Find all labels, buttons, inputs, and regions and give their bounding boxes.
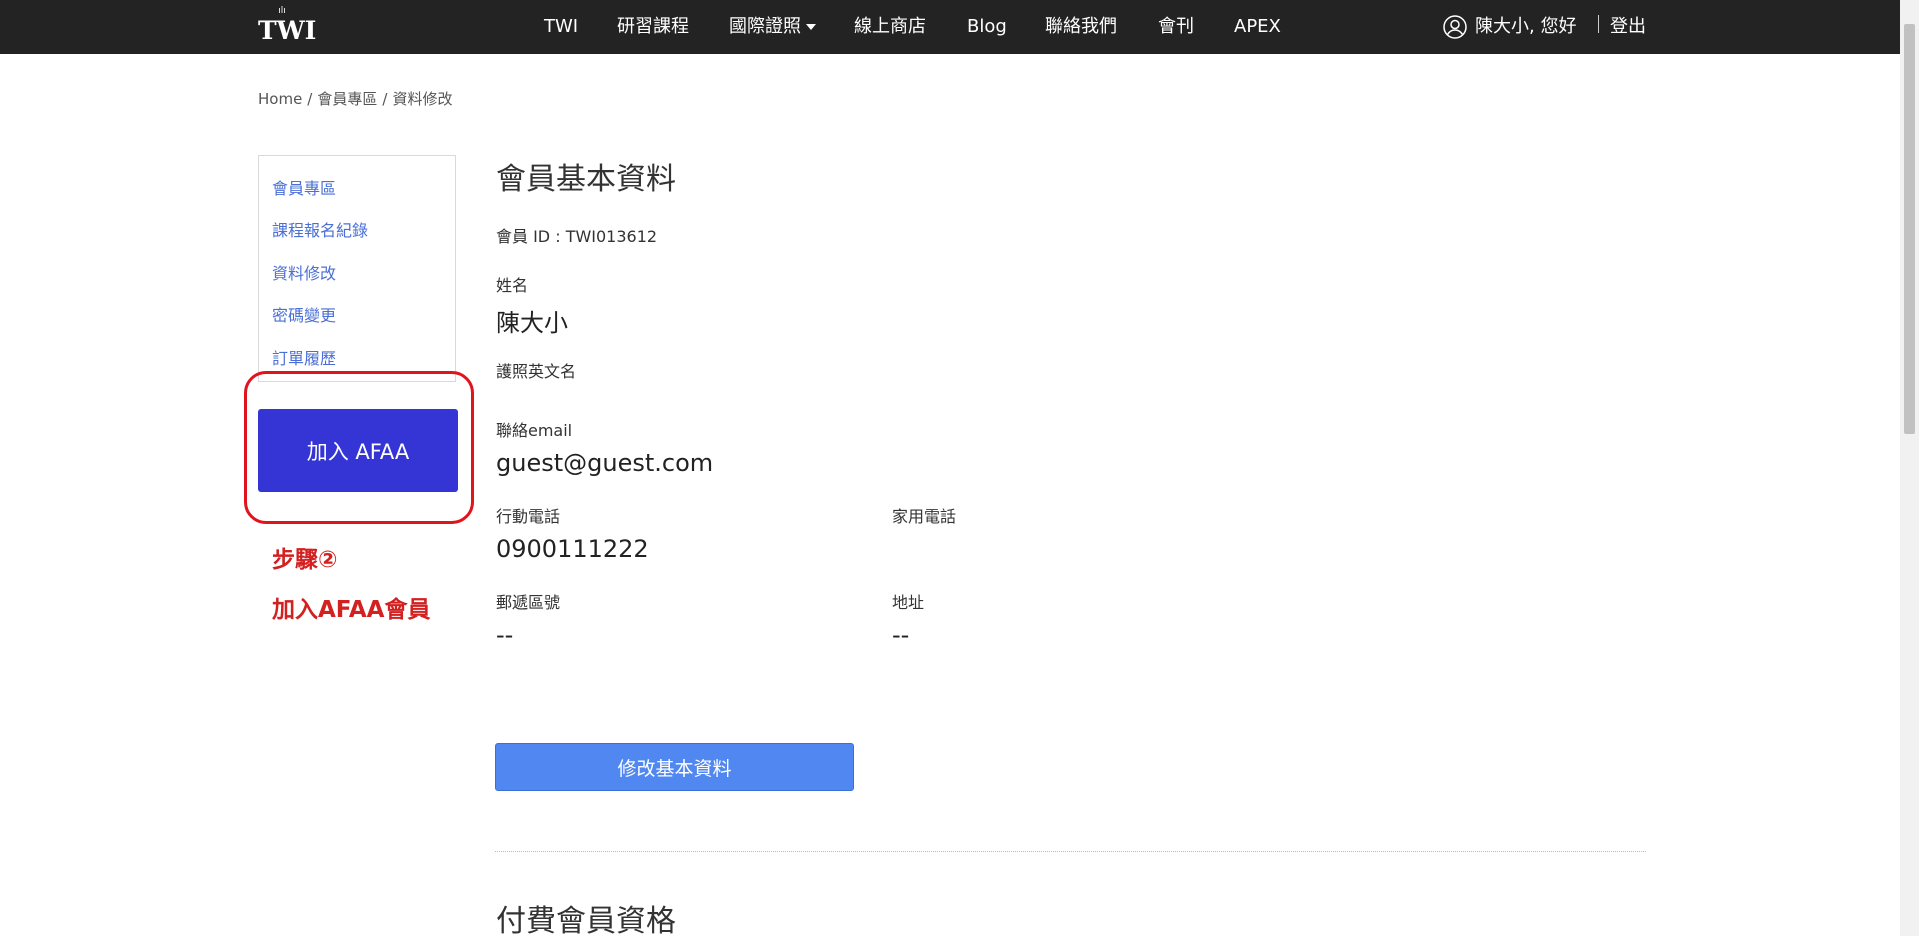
page-scrollbar[interactable] — [1900, 0, 1919, 936]
logo-text: TWI — [258, 16, 317, 45]
breadcrumb-member-area[interactable]: 會員專區 — [317, 90, 377, 108]
section-divider — [495, 851, 1646, 852]
annotation-step-label: 步驟② — [272, 547, 338, 573]
nav-item-certification-label: 國際證照 — [729, 16, 801, 37]
passport-name-label: 護照英文名 — [496, 362, 577, 381]
nav-item-blog[interactable]: Blog — [967, 0, 1007, 54]
nav-item-courses[interactable]: 研習課程 — [617, 0, 689, 54]
name-value: 陳大小 — [496, 309, 568, 337]
user-greeting[interactable]: 陳大小, 您好 — [1475, 0, 1576, 54]
sidebar-item-member-area[interactable]: 會員專區 — [272, 175, 336, 199]
annotation-highlight-box — [244, 371, 474, 524]
nav-item-certification[interactable]: 國際證照 — [729, 0, 816, 54]
breadcrumb-home[interactable]: Home — [258, 90, 302, 108]
sidebar-item-order-history[interactable]: 訂單履歷 — [272, 345, 336, 369]
nav-divider — [1598, 15, 1599, 33]
paid-membership-title: 付費會員資格 — [496, 904, 676, 939]
user-icon[interactable] — [1443, 15, 1467, 39]
breadcrumb-separator: / — [307, 90, 313, 108]
address-label: 地址 — [892, 593, 925, 612]
scrollbar-thumb[interactable] — [1904, 24, 1915, 434]
mobile-label: 行動電話 — [496, 507, 561, 526]
breadcrumb: Home / 會員專區 / 資料修改 — [258, 88, 452, 109]
zip-code-value: -- — [496, 621, 514, 649]
mobile-value: 0900111222 — [496, 535, 649, 563]
name-label: 姓名 — [496, 276, 529, 295]
sidebar-item-change-password[interactable]: 密碼變更 — [272, 302, 336, 326]
address-value: -- — [892, 621, 910, 649]
member-id: 會員 ID : TWI013612 — [496, 227, 658, 246]
nav-item-apex[interactable]: APEX — [1234, 0, 1281, 54]
annotation-step-description: 加入AFAA會員 — [272, 597, 431, 623]
email-label: 聯絡email — [496, 421, 573, 440]
logout-link[interactable]: 登出 — [1610, 0, 1646, 54]
top-nav-bar: ılı TWI TWI 研習課程 國際證照 線上商店 Blog 聯絡我們 會刊 … — [0, 0, 1900, 54]
page-title: 會員基本資料 — [496, 162, 676, 197]
caret-down-icon — [806, 24, 816, 30]
edit-profile-button[interactable]: 修改基本資料 — [495, 743, 854, 791]
zip-code-label: 郵遞區號 — [496, 593, 561, 612]
twi-logo[interactable]: ılı TWI — [258, 6, 317, 48]
email-value: guest@guest.com — [496, 449, 714, 477]
sidebar-item-course-records[interactable]: 課程報名紀錄 — [272, 217, 368, 241]
member-side-menu: 會員專區 課程報名紀錄 資料修改 密碼變更 訂單履歷 — [258, 155, 456, 382]
breadcrumb-separator: / — [382, 90, 388, 108]
nav-item-journal[interactable]: 會刊 — [1158, 0, 1194, 54]
home-phone-label: 家用電話 — [892, 507, 957, 526]
nav-item-contact[interactable]: 聯絡我們 — [1045, 0, 1117, 54]
nav-item-shop[interactable]: 線上商店 — [854, 0, 926, 54]
nav-item-twi[interactable]: TWI — [544, 0, 578, 54]
breadcrumb-current: 資料修改 — [392, 90, 453, 108]
sidebar-item-edit-profile[interactable]: 資料修改 — [272, 260, 336, 284]
